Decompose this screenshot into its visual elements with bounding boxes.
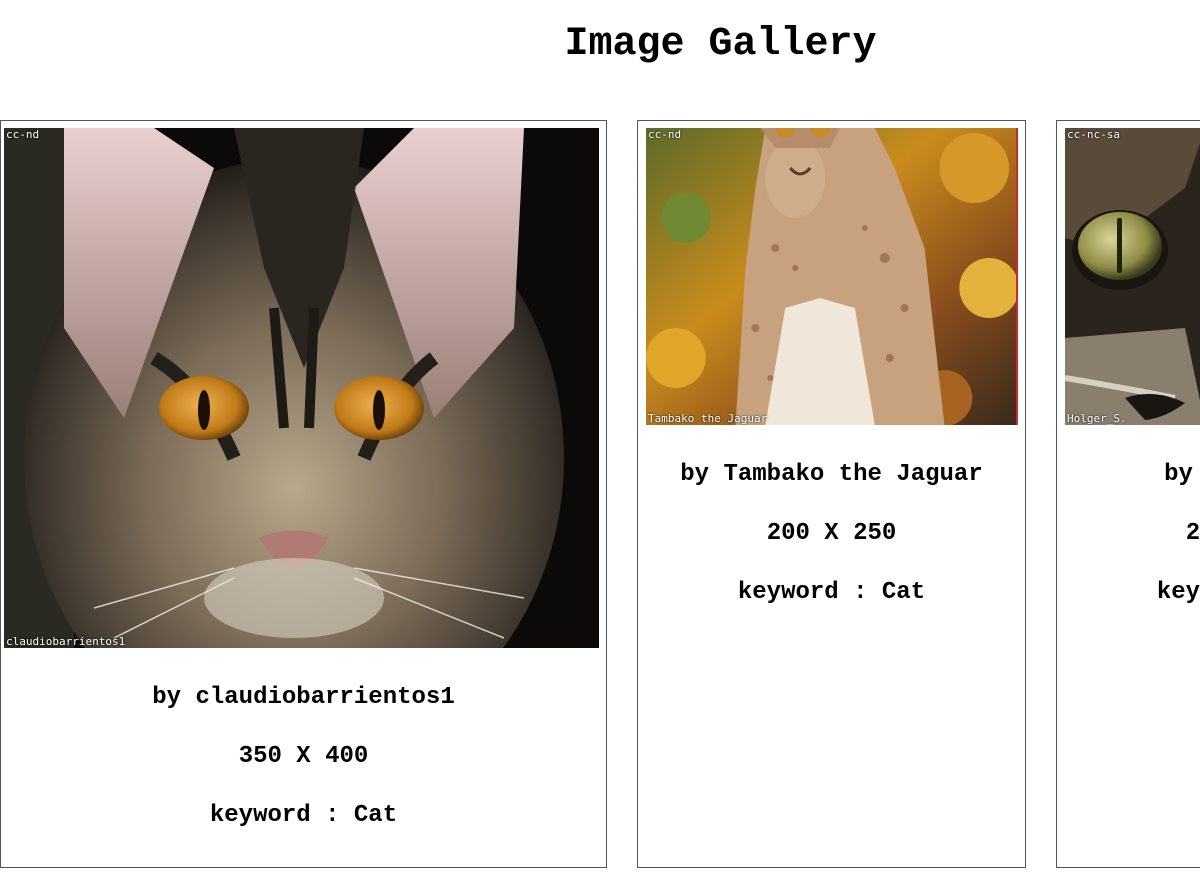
gallery-image[interactable]: cc-nd Tambako the Jaguar: [646, 128, 1018, 425]
image-author: by Holger_S.: [1164, 461, 1200, 488]
gallery-page: Image Gallery cc-nd claudiobarrientos1 b…: [0, 0, 1200, 874]
license-label: cc-nd: [648, 128, 682, 141]
license-label: cc-nd: [6, 128, 40, 141]
page-title: Image Gallery: [564, 22, 877, 67]
image-dimensions: 350 X 400: [238, 743, 369, 770]
gallery-card[interactable]: cc-nd Tambako the Jaguar by Tambako the …: [637, 120, 1026, 868]
image-dimensions: 200 X 250: [766, 520, 897, 547]
tabby-cat-image: [4, 128, 599, 648]
image-credit: Tambako the Jaguar: [648, 412, 768, 425]
image-dimensions: 200 X 250: [1185, 520, 1200, 547]
image-author: by Tambako the Jaguar: [680, 461, 983, 488]
gallery-card[interactable]: cc-nd claudiobarrientos1 by claudiobarri…: [0, 120, 607, 868]
gallery-card[interactable]: cc-nc-sa Holger_S. by Holger_S. 200 X 25…: [1056, 120, 1200, 868]
image-credit: Holger_S.: [1067, 412, 1127, 425]
image-keyword: keyword : Cat: [1156, 579, 1200, 606]
image-author: by claudiobarrientos1: [152, 684, 455, 711]
image-keyword: keyword : Cat: [737, 579, 926, 606]
lynx-image: [646, 128, 1016, 425]
image-credit: claudiobarrientos1: [6, 635, 126, 648]
gallery-image[interactable]: cc-nc-sa Holger_S.: [1065, 128, 1200, 425]
license-label: cc-nc-sa: [1067, 128, 1120, 141]
gallery-image[interactable]: cc-nd claudiobarrientos1: [4, 128, 599, 648]
cat-eye-image: [1065, 128, 1200, 425]
image-keyword: keyword : Cat: [209, 802, 398, 829]
